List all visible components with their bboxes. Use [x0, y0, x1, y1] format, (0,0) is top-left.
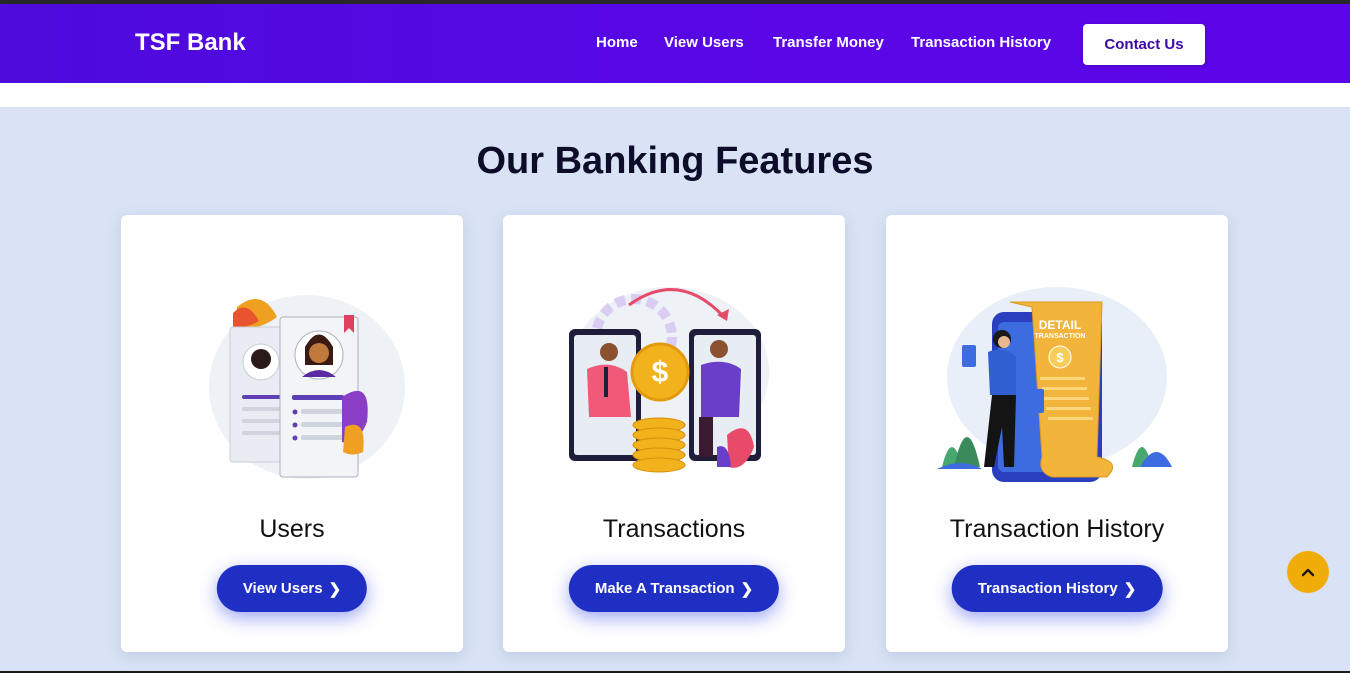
money-transfer-illustration: $: [569, 287, 769, 473]
detail-transaction-receipt-illustration: DETAIL TRANSACTION $: [937, 287, 1172, 482]
transaction-history-button-label: Transaction History: [977, 580, 1118, 597]
features-section: Our Banking Features Users View Users ❯ …: [0, 107, 1350, 671]
svg-text:$: $: [652, 356, 669, 389]
chevron-right-icon: ❯: [328, 580, 342, 598]
feature-card-transactions: $ Transactions Make A Transaction ❯: [503, 215, 845, 652]
receipt-transaction-label: TRANSACTION: [1035, 333, 1086, 340]
scroll-to-top-button[interactable]: [1287, 551, 1329, 593]
nav-view-users[interactable]: View Users: [664, 34, 744, 51]
feature-card-users: Users View Users ❯: [121, 215, 463, 652]
section-title: Our Banking Features: [476, 140, 874, 182]
make-transaction-button[interactable]: Make A Transaction ❯: [568, 565, 780, 612]
svg-text:$: $: [1056, 350, 1064, 365]
card-title-transactions: Transactions: [602, 515, 746, 543]
receipt-detail-label: DETAIL: [1039, 318, 1081, 332]
view-users-button-label: View Users: [242, 580, 323, 597]
transaction-history-button[interactable]: Transaction History ❯: [951, 565, 1163, 612]
view-users-button[interactable]: View Users ❯: [216, 565, 368, 612]
nav-transfer-money[interactable]: Transfer Money: [773, 34, 884, 51]
chevron-right-icon: ❯: [740, 580, 754, 598]
nav-home[interactable]: Home: [596, 34, 638, 51]
header-spacer: [0, 83, 1350, 107]
feature-card-transaction-history: DETAIL TRANSACTION $ Transaction History…: [886, 215, 1228, 652]
navbar: TSF Bank Home View Users Transfer Money …: [0, 4, 1350, 83]
contact-us-button[interactable]: Contact Us: [1083, 24, 1205, 65]
chevron-up-icon: [1301, 568, 1315, 577]
brand-logo[interactable]: TSF Bank: [135, 29, 246, 57]
chevron-right-icon: ❯: [1123, 580, 1137, 598]
make-transaction-button-label: Make A Transaction: [594, 580, 735, 597]
card-title-transaction-history: Transaction History: [949, 515, 1165, 543]
nav-transaction-history[interactable]: Transaction History: [911, 34, 1051, 51]
users-profile-cards-illustration: [209, 295, 405, 479]
card-title-users: Users: [259, 515, 325, 543]
